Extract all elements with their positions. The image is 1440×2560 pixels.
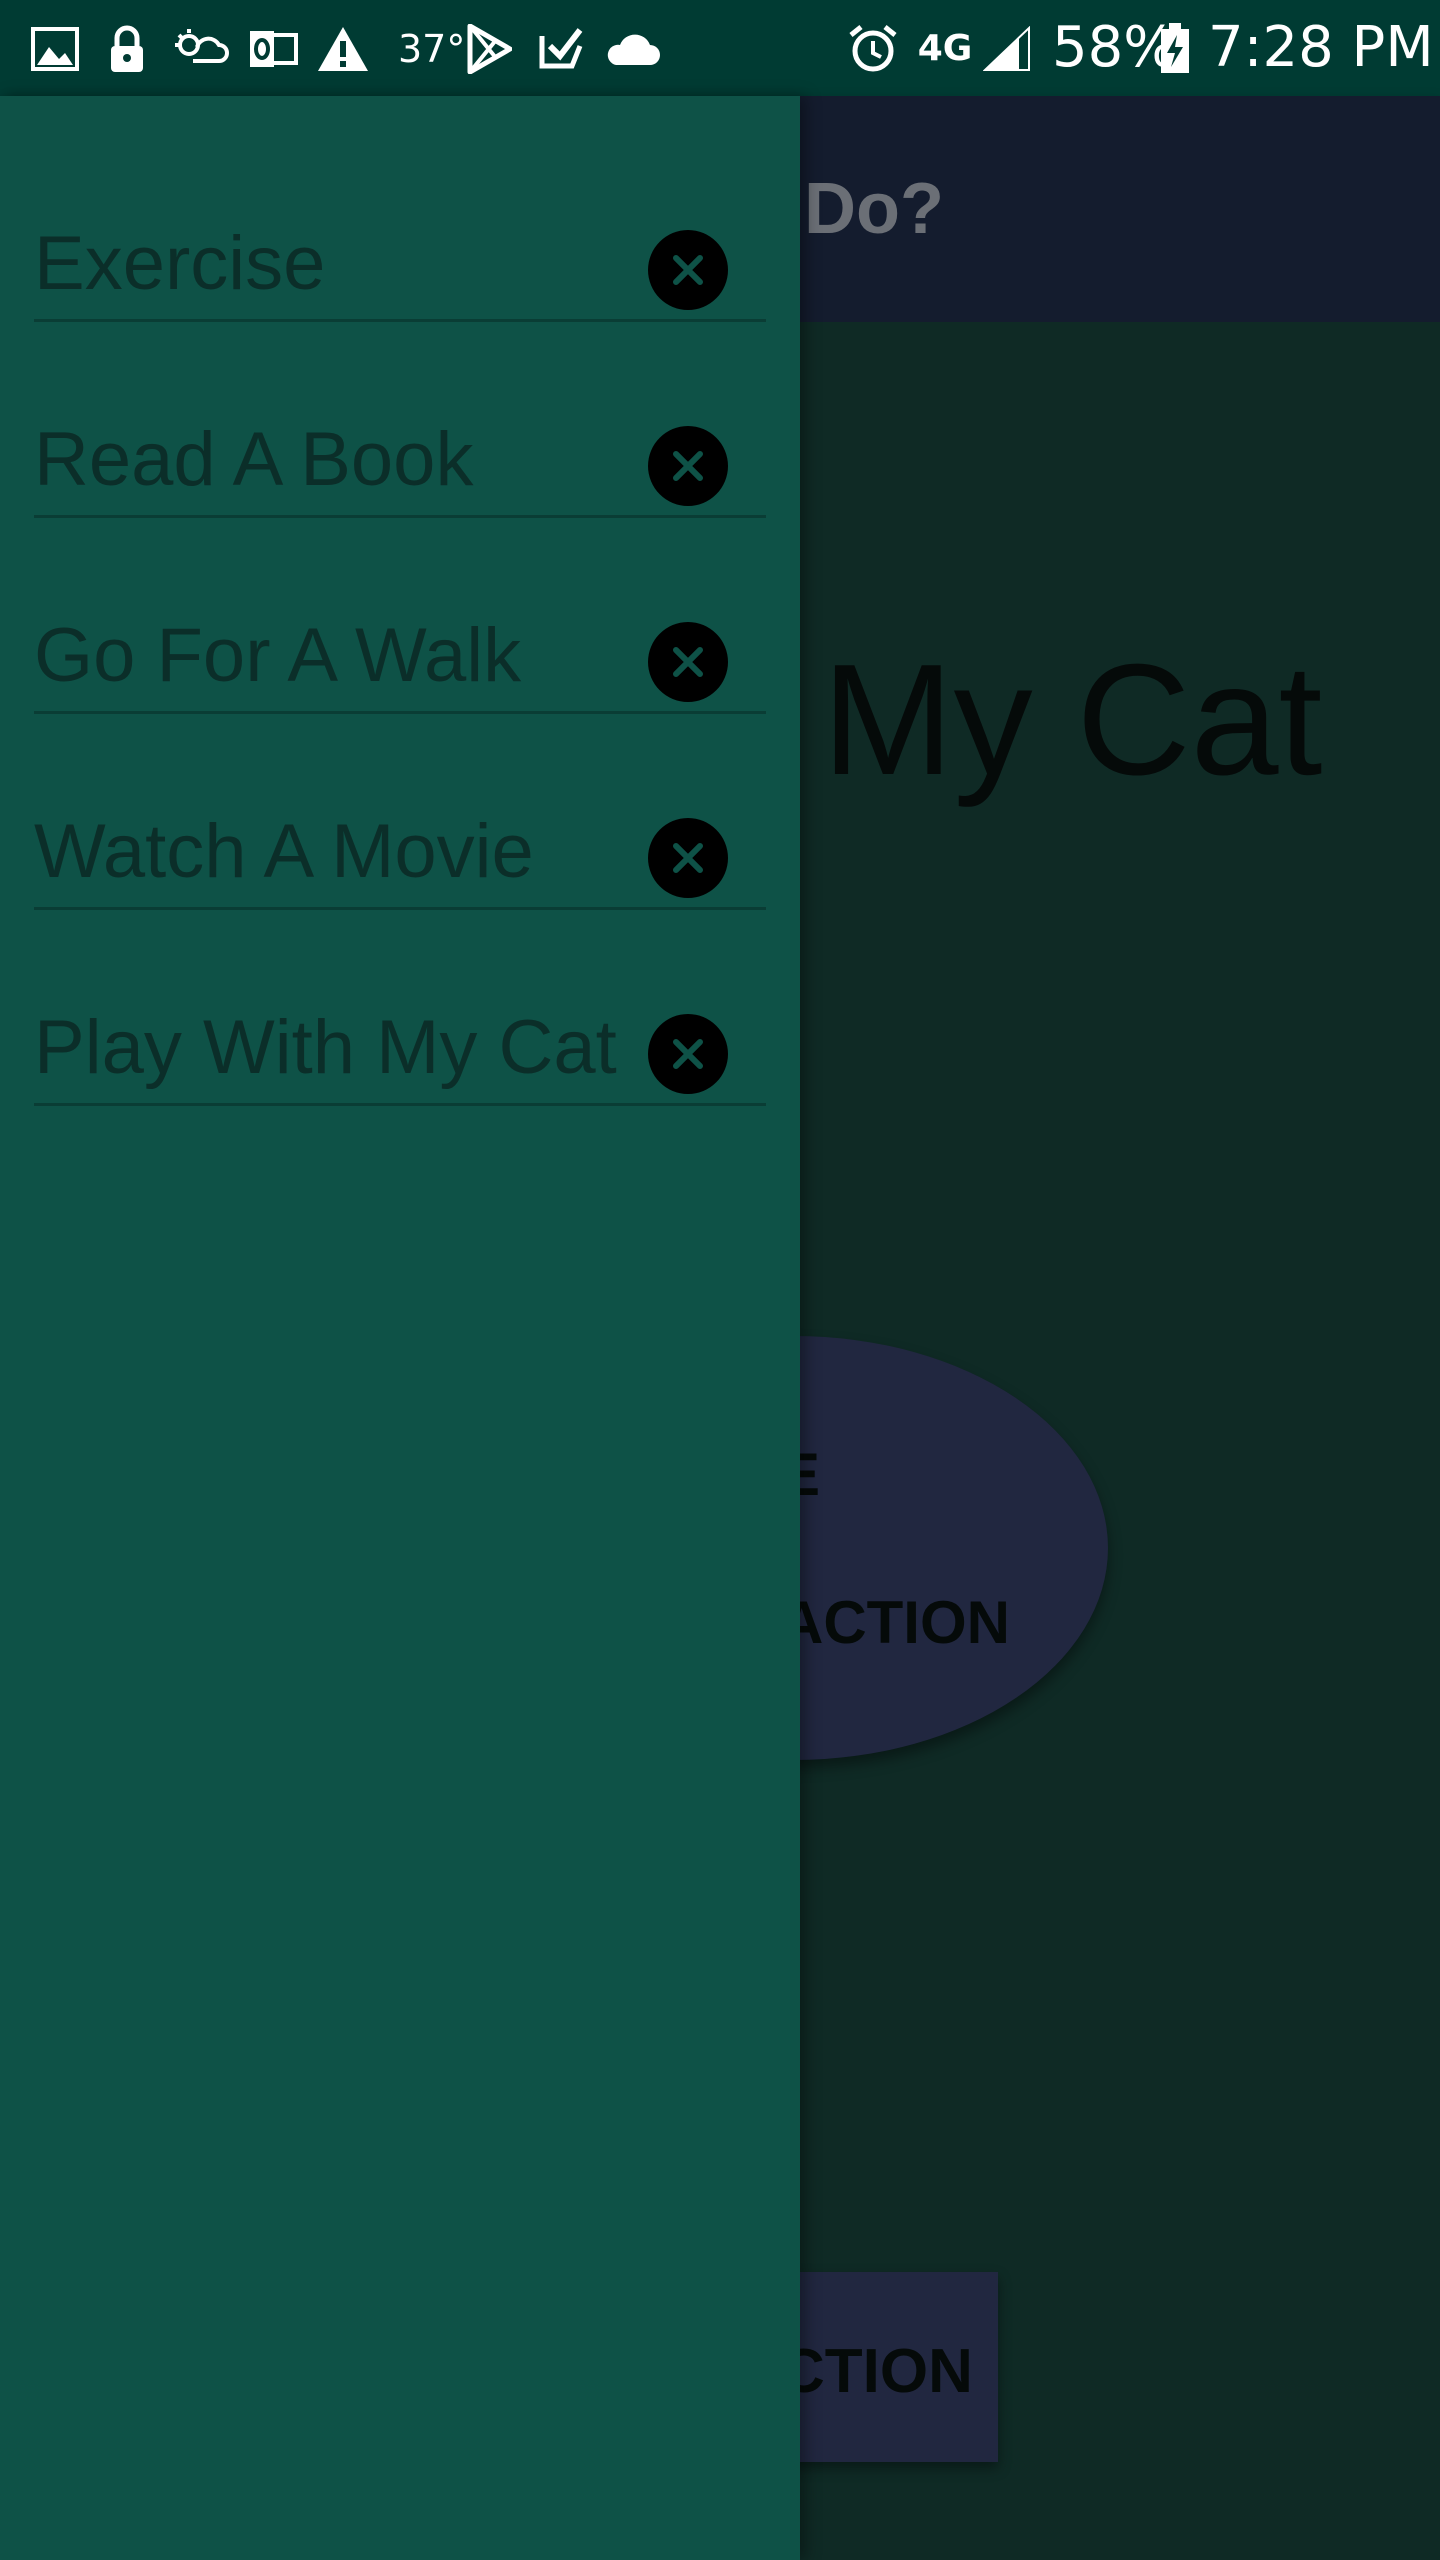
remove-item-button[interactable] xyxy=(648,1014,728,1094)
close-icon xyxy=(673,255,703,285)
status-bar: 37° 4G 58% 7:28 PM xyxy=(0,0,1440,96)
network-label: 4G xyxy=(917,28,973,69)
remove-item-button[interactable] xyxy=(648,230,728,310)
play-store-icon xyxy=(462,22,516,76)
alarm-icon xyxy=(846,22,900,76)
close-icon xyxy=(673,451,703,481)
app-title: Do? xyxy=(804,169,944,249)
drawer-item-label: Play With My Cat xyxy=(34,1005,617,1090)
clock-time: 7:28 PM xyxy=(1208,15,1434,80)
item-divider xyxy=(34,1103,766,1106)
current-activity-text: My Cat xyxy=(822,632,1323,808)
drawer-item-watch-a-movie[interactable]: Watch A Movie xyxy=(34,714,766,910)
cloud-icon xyxy=(602,22,662,76)
drawer-item-label: Exercise xyxy=(34,221,326,306)
drawer-item-label: Read A Book xyxy=(34,417,474,502)
drawer-item-play-with-my-cat[interactable]: Play With My Cat xyxy=(34,910,766,1106)
drawer-item-label: Go For A Walk xyxy=(34,613,522,698)
drawer-item-exercise[interactable]: Exercise xyxy=(34,126,766,322)
warning-icon xyxy=(316,22,370,76)
outlook-icon xyxy=(246,22,300,76)
weather-icon xyxy=(170,22,230,76)
check-icon xyxy=(534,22,588,76)
navigation-drawer[interactable]: Exercise Read A Book Go For A Walk Watch… xyxy=(0,96,800,2560)
network-4g-icon: 4G xyxy=(914,22,976,76)
choose-action-label-line2: ACTION xyxy=(780,1589,1010,1656)
drawer-item-read-a-book[interactable]: Read A Book xyxy=(34,322,766,518)
add-action-label: CTION xyxy=(780,2337,973,2406)
remove-item-button[interactable] xyxy=(648,622,728,702)
remove-item-button[interactable] xyxy=(648,818,728,898)
drawer-item-label: Watch A Movie xyxy=(34,809,534,894)
close-icon xyxy=(673,647,703,677)
signal-icon xyxy=(982,22,1032,76)
temperature-text: 37° xyxy=(398,27,466,71)
drawer-item-go-for-a-walk[interactable]: Go For A Walk xyxy=(34,518,766,714)
close-icon xyxy=(673,843,703,873)
remove-item-button[interactable] xyxy=(648,426,728,506)
lock-icon xyxy=(100,22,154,76)
image-icon xyxy=(28,22,82,76)
battery-charging-icon xyxy=(1156,22,1194,76)
close-icon xyxy=(673,1039,703,1069)
